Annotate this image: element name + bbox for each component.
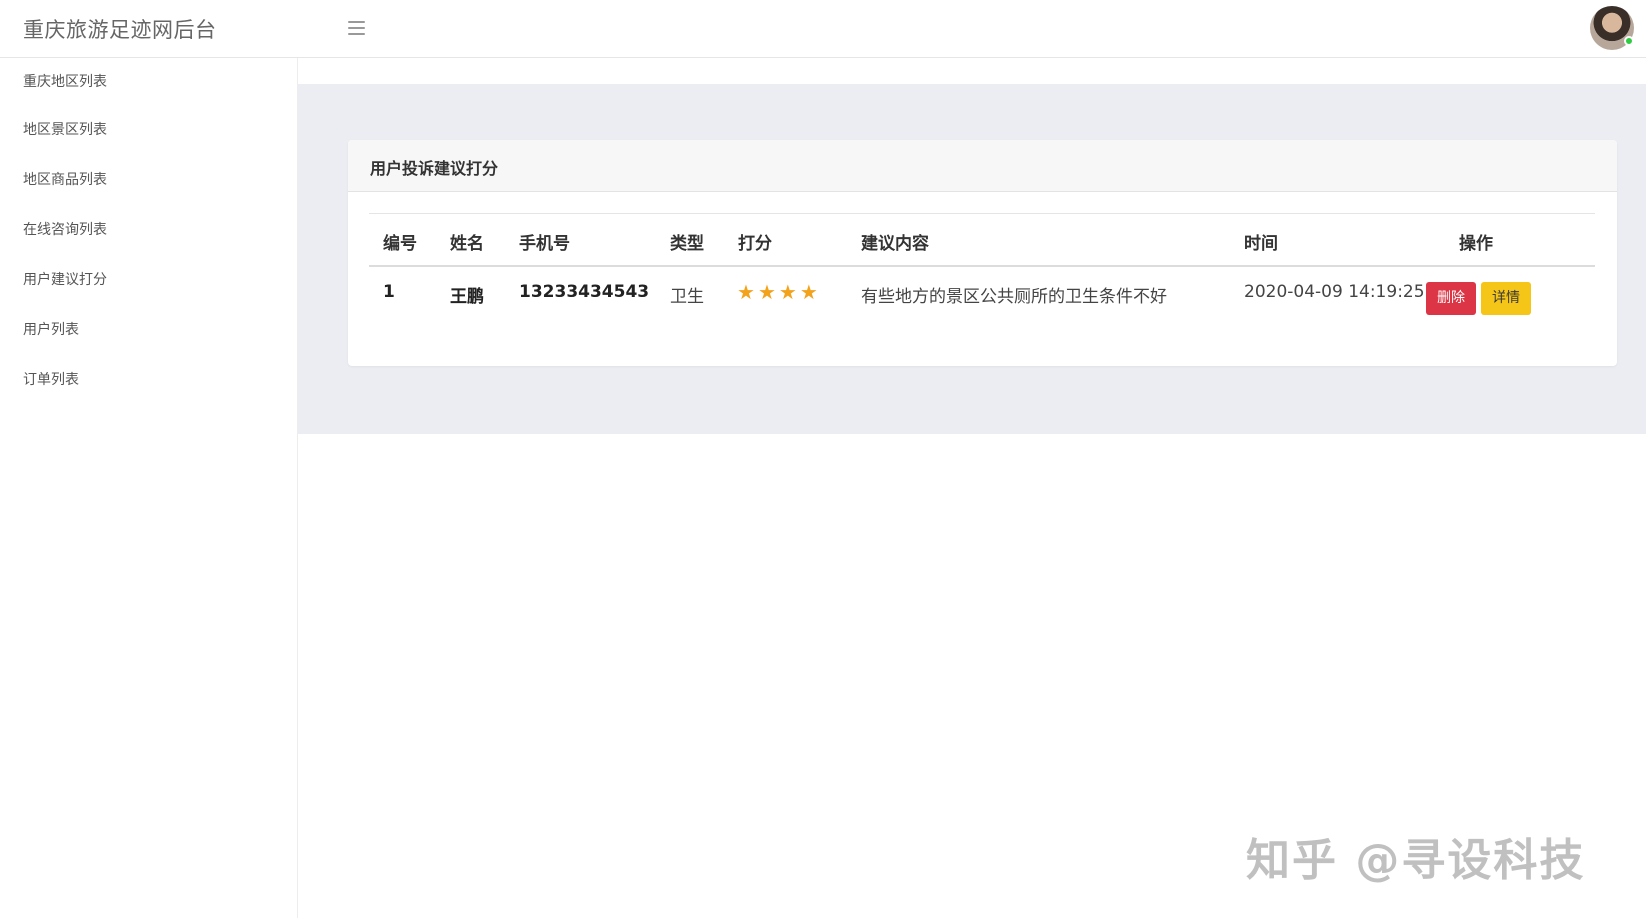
rating-stars: ★ ★ ★ ★ <box>737 282 821 303</box>
cell-type: 卫生 <box>670 287 704 307</box>
sidebar-item-orders[interactable]: 订单列表 <box>23 369 79 389</box>
sidebar-item-online-consultations[interactable]: 在线咨询列表 <box>23 219 107 239</box>
zhihu-watermark: 知乎 @寻设科技 <box>1246 835 1586 886</box>
sidebar-item-region-scenic-spots[interactable]: 地区景区列表 <box>23 119 107 139</box>
column-header-actions: 操作 <box>1459 234 1493 254</box>
card-header: 用户投诉建议打分 <box>348 140 1617 192</box>
delete-button[interactable]: 删除 <box>1426 282 1476 315</box>
star-icon: ★ <box>778 280 797 304</box>
cell-time: 2020-04-09 14:19:25 <box>1244 282 1425 302</box>
online-status-icon <box>1624 36 1634 46</box>
table-header-divider <box>369 265 1595 267</box>
detail-button[interactable]: 详情 <box>1481 282 1531 315</box>
cell-content: 有些地方的景区公共厕所的卫生条件不好 <box>861 287 1167 307</box>
star-icon: ★ <box>799 280 818 304</box>
suggestion-rating-card: 用户投诉建议打分 编号 姓名 手机号 类型 打分 建议内容 时间 操作 1 王鹏… <box>348 140 1617 366</box>
column-header-type: 类型 <box>670 234 704 254</box>
star-icon: ★ <box>757 280 776 304</box>
cell-name: 王鹏 <box>450 287 484 307</box>
sidebar-item-region-products[interactable]: 地区商品列表 <box>23 169 107 189</box>
column-header-rating: 打分 <box>738 234 772 254</box>
cell-phone: 13233434543 <box>519 282 650 302</box>
column-header-phone: 手机号 <box>519 234 570 254</box>
table-top-divider <box>369 213 1595 214</box>
cell-id: 1 <box>383 282 395 302</box>
sidebar: 重庆地区列表 地区景区列表 地区商品列表 在线咨询列表 用户建议打分 用户列表 … <box>0 58 298 918</box>
brand-title[interactable]: 重庆旅游足迹网后台 <box>23 14 217 44</box>
column-header-name: 姓名 <box>450 234 484 254</box>
column-header-time: 时间 <box>1244 234 1278 254</box>
card-title: 用户投诉建议打分 <box>370 159 499 178</box>
sidebar-item-user-suggestion-ratings[interactable]: 用户建议打分 <box>23 269 107 289</box>
star-icon: ★ <box>737 280 755 304</box>
main-content: 用户投诉建议打分 编号 姓名 手机号 类型 打分 建议内容 时间 操作 1 王鹏… <box>298 58 1646 918</box>
column-header-id: 编号 <box>383 234 417 254</box>
hamburger-menu-icon[interactable] <box>348 21 365 35</box>
sidebar-item-chongqing-regions[interactable]: 重庆地区列表 <box>23 71 107 91</box>
sidebar-item-users[interactable]: 用户列表 <box>23 319 79 339</box>
top-navbar: 重庆旅游足迹网后台 <box>0 0 1646 58</box>
column-header-content: 建议内容 <box>861 234 929 254</box>
